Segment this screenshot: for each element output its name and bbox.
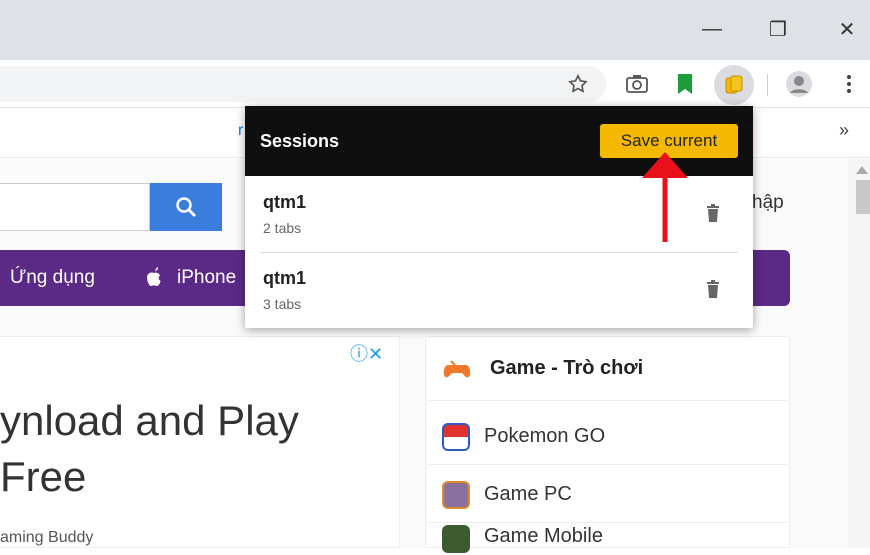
sidebar-item-label: Game Mobile (484, 525, 603, 547)
sidebar-item-game-mobile[interactable]: Game Mobile (426, 525, 789, 555)
nav-apps[interactable]: Ứng dụng (10, 267, 95, 289)
ad-subtitle: aming Buddy (0, 529, 94, 546)
bookmarks-overflow-button[interactable]: » (839, 120, 849, 141)
minimize-button[interactable]: — (697, 14, 727, 44)
pokemon-icon (442, 422, 470, 451)
sessions-extension-icon[interactable] (714, 65, 754, 105)
session-tab-count: 3 tabs (263, 296, 302, 312)
green-bookmark-icon[interactable] (671, 70, 699, 98)
profile-avatar-icon[interactable] (785, 70, 813, 98)
sidebar-heading: Game - Trò chơi (490, 357, 644, 379)
nav-iphone[interactable]: iPhone (177, 267, 236, 289)
sidebar-header: Game - Trò chơi (426, 337, 789, 401)
save-current-button[interactable]: Save current (600, 124, 738, 158)
ad-headline-2: Free (0, 453, 87, 500)
session-name: qtm1 (263, 268, 307, 288)
session-name: qtm1 (263, 192, 307, 212)
site-search-input[interactable] (0, 183, 150, 231)
page-scrollbar[interactable] (848, 159, 870, 548)
sessions-popup: Sessions Save current qtm1 2 tabs qtm1 3… (245, 106, 753, 328)
game-mobile-icon (442, 525, 470, 553)
gamepad-icon (443, 359, 471, 377)
advertisement[interactable]: ynload and Play Free aming Buddy (0, 336, 400, 548)
session-item[interactable]: qtm1 3 tabs (245, 252, 753, 328)
ad-headline-1: ynload and Play (0, 397, 299, 444)
game-sidebar: Game - Trò chơi Pokemon GO Game PC Game … (425, 336, 790, 553)
sidebar-item-label: Game PC (484, 483, 572, 505)
search-icon (176, 197, 196, 217)
ad-choices-icon[interactable]: ⓘ✕ (350, 340, 383, 366)
login-link[interactable]: hập (752, 192, 784, 214)
scrollbar-thumb[interactable] (856, 180, 870, 214)
session-tab-count: 2 tabs (263, 220, 302, 236)
game-pc-icon (442, 480, 470, 509)
toolbar-divider (767, 74, 768, 96)
sidebar-item-label: Pokemon GO (484, 425, 606, 447)
trash-icon[interactable] (706, 280, 720, 298)
browser-toolbar (0, 60, 870, 108)
restore-button[interactable]: ❐ (763, 14, 793, 44)
scroll-up-icon[interactable] (856, 166, 868, 174)
trash-icon[interactable] (706, 204, 720, 222)
camera-icon[interactable] (623, 70, 651, 98)
address-bar[interactable] (0, 66, 606, 102)
sidebar-item-pokemon-go[interactable]: Pokemon GO (426, 409, 789, 465)
menu-kebab-icon[interactable] (835, 70, 863, 98)
site-search-button[interactable] (150, 183, 222, 231)
title-bar: — ❐ ✕ (0, 0, 870, 60)
popup-title: Sessions (260, 131, 340, 151)
bookmark-partial[interactable]: r (238, 122, 243, 140)
close-button[interactable]: ✕ (832, 14, 862, 44)
popup-header: Sessions Save current (245, 106, 753, 176)
sidebar-item-game-pc[interactable]: Game PC (426, 467, 789, 523)
apple-icon (147, 267, 161, 286)
session-item[interactable]: qtm1 2 tabs (245, 176, 753, 252)
bookmark-star-icon[interactable] (564, 70, 592, 98)
